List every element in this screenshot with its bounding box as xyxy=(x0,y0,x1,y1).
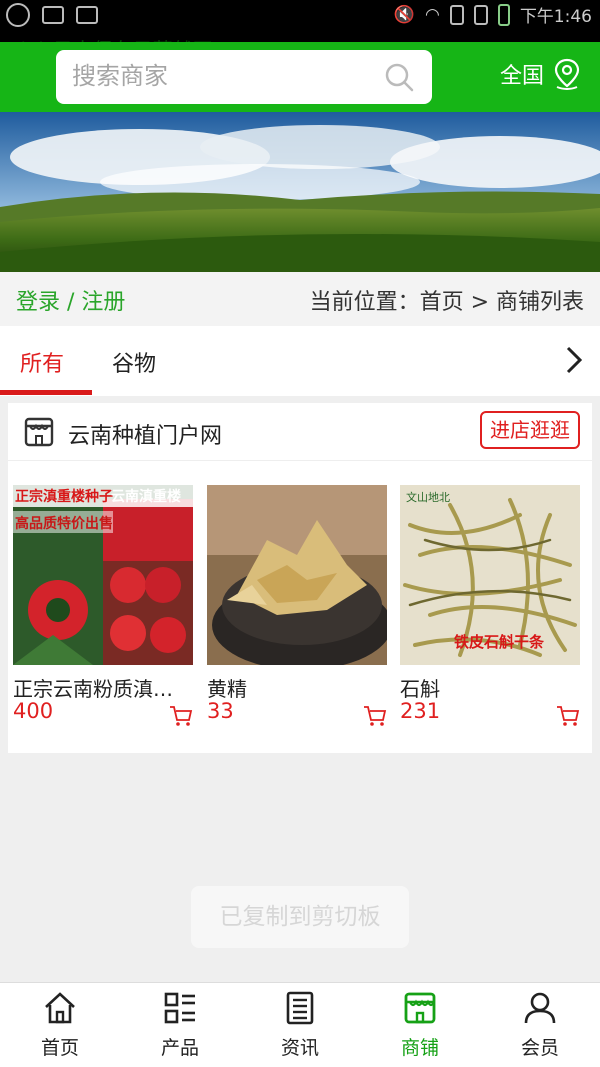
nav-home[interactable]: 首页 xyxy=(0,991,120,1060)
news-icon xyxy=(286,991,314,1025)
app-header: 全国 xyxy=(0,42,600,112)
cart-icon[interactable] xyxy=(169,705,193,727)
product-grid-icon xyxy=(164,992,195,1024)
store-icon xyxy=(24,417,54,447)
cart-icon[interactable] xyxy=(556,705,580,727)
tab-all[interactable]: 所有 xyxy=(20,346,64,378)
category-tabs: 所有 谷物 xyxy=(0,326,600,396)
status-right-icons: 🔇 ◠ 下午1:46 xyxy=(394,2,592,27)
camera-icon xyxy=(42,6,64,24)
login-register-link[interactable]: 登录 / 注册 xyxy=(16,284,125,316)
wifi-icon: ◠ xyxy=(424,4,440,25)
nav-member[interactable]: 会员 xyxy=(480,991,600,1060)
chevron-right-icon[interactable] xyxy=(562,344,586,376)
product-image[interactable]: 文山地北 铁皮石斛干条 xyxy=(400,485,580,665)
nav-label: 首页 xyxy=(40,1037,79,1059)
product-image-caption: 高品质特价出售 xyxy=(15,516,113,532)
product-name[interactable]: 黄精 xyxy=(207,673,383,702)
product-image[interactable]: 正宗滇重楼种子 云南滇重楼 高品质特价出售 xyxy=(13,485,193,665)
status-time: 下午1:46 xyxy=(519,7,592,27)
shop-card: 云南种植门户网 进店逛逛 正宗滇重楼种子 云南滇重楼 高品质特价出售 正宗云南粉… xyxy=(8,403,592,753)
shop-header: 云南种植门户网 进店逛逛 xyxy=(8,403,592,461)
active-tab-indicator xyxy=(0,390,92,395)
product-image-logo: 文山地北 xyxy=(406,491,450,504)
search-icon[interactable] xyxy=(384,62,414,92)
user-icon xyxy=(524,992,556,1024)
sim-icon xyxy=(449,4,464,25)
product-card[interactable]: 正宗滇重楼种子 云南滇重楼 高品质特价出售 正宗云南粉质滇重楼种子 400 xyxy=(13,485,193,726)
status-left-icons xyxy=(6,3,98,27)
home-icon xyxy=(45,992,75,1024)
product-image-caption: 铁皮石斛干条 xyxy=(454,633,545,651)
shop-icon xyxy=(404,992,436,1024)
search-box[interactable] xyxy=(56,50,432,104)
nav-news[interactable]: 资讯 xyxy=(240,991,360,1060)
product-name[interactable]: 正宗云南粉质滇重楼种子 xyxy=(13,673,189,702)
sim2-icon xyxy=(473,4,488,25)
location-pin-icon xyxy=(554,58,580,90)
breadcrumb: 当前位置：首页 > 商铺列表 xyxy=(309,290,584,315)
nav-label: 资讯 xyxy=(280,1037,319,1059)
region-label: 全国 xyxy=(499,64,544,89)
product-card[interactable]: 文山地北 铁皮石斛干条 石斛 231 xyxy=(400,485,580,726)
android-icon xyxy=(76,6,98,24)
nav-label: 产品 xyxy=(160,1037,199,1059)
banner-image[interactable] xyxy=(0,112,600,272)
product-card[interactable]: 黄精 33 xyxy=(207,485,387,726)
tab-grains[interactable]: 谷物 xyxy=(112,346,156,378)
toast-message: 已复制到剪切板 xyxy=(191,886,409,948)
visit-shop-button[interactable]: 进店逛逛 xyxy=(480,411,580,449)
nav-label: 会员 xyxy=(520,1037,559,1059)
breadcrumb-bar: 登录 / 注册 当前位置：首页 > 商铺列表 xyxy=(0,272,600,326)
nav-products[interactable]: 产品 xyxy=(120,991,240,1060)
mute-icon: 🔇 xyxy=(393,4,415,25)
music-icon xyxy=(6,3,30,27)
product-image-caption: 正宗滇重楼种子 xyxy=(15,489,113,505)
bottom-nav: 首页 产品 资讯 商铺 会员 xyxy=(0,982,600,1067)
product-image-caption: 云南滇重楼 xyxy=(111,489,181,505)
nav-label: 商铺 xyxy=(400,1037,439,1059)
cart-icon[interactable] xyxy=(363,705,387,727)
product-price: 400 xyxy=(13,699,54,723)
shop-name[interactable]: 云南种植门户网 xyxy=(68,418,222,450)
region-selector[interactable]: 全国 xyxy=(500,58,582,90)
product-image[interactable] xyxy=(207,485,387,665)
product-name[interactable]: 石斛 xyxy=(400,673,576,702)
nav-shops[interactable]: 商铺 xyxy=(360,991,480,1060)
battery-icon xyxy=(497,3,510,26)
product-price: 33 xyxy=(207,699,234,723)
product-price: 231 xyxy=(400,699,441,723)
search-input[interactable] xyxy=(72,62,372,90)
